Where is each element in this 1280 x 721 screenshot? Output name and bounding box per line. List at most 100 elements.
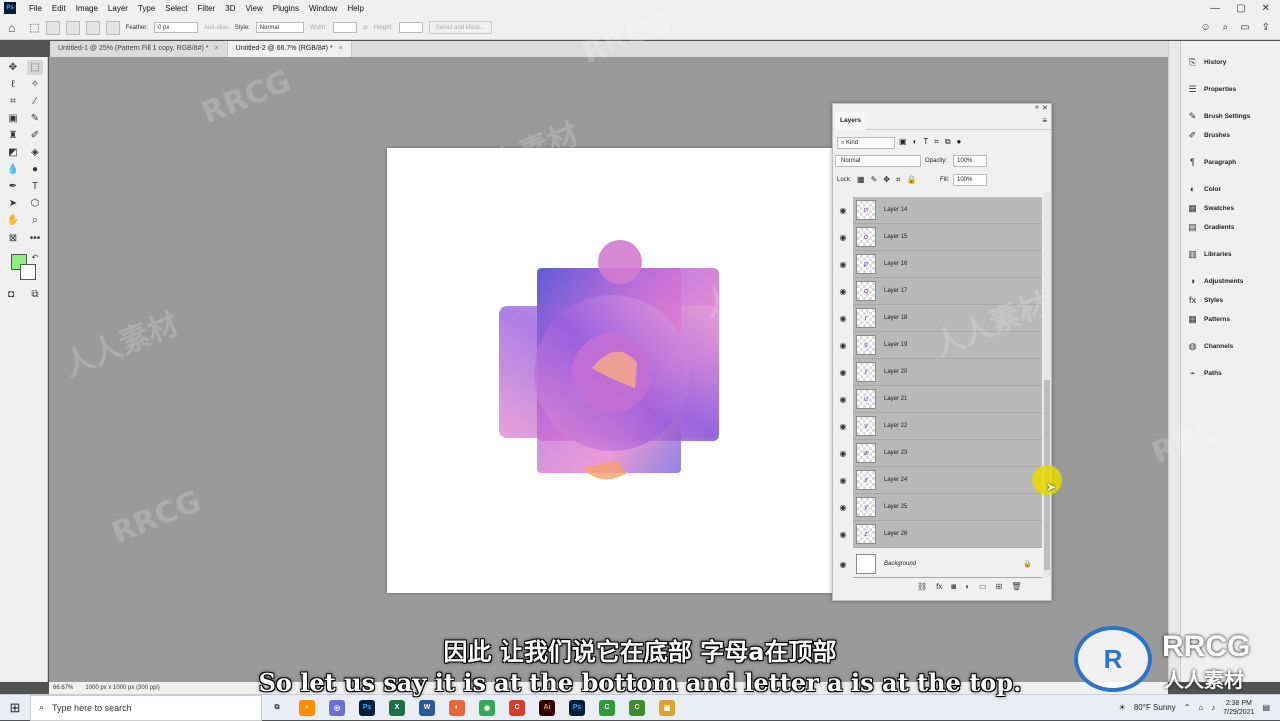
- menu-plugins[interactable]: Plugins: [268, 4, 304, 13]
- adjustment-filter-icon[interactable]: ◐: [913, 137, 918, 147]
- menu-image[interactable]: Image: [71, 4, 103, 13]
- panel-properties[interactable]: ☰ Properties: [1187, 84, 1236, 95]
- lock-image-icon[interactable]: ✎: [871, 175, 878, 185]
- photoshop-taskbar-icon[interactable]: Ps: [569, 699, 585, 716]
- add-selection-button[interactable]: [65, 20, 80, 35]
- path-selection-tool-icon[interactable]: ➤: [5, 196, 21, 211]
- quick-mask-icon[interactable]: ◘: [3, 287, 19, 302]
- layer-name[interactable]: Layer 18: [884, 315, 907, 321]
- blend-mode-select[interactable]: Normal: [835, 155, 921, 167]
- visibility-eye-icon[interactable]: ◉: [833, 530, 853, 539]
- visibility-eye-icon[interactable]: ◉: [833, 314, 853, 323]
- adjustment-layer-icon[interactable]: ◐: [965, 582, 970, 591]
- panel-gradients[interactable]: ▤ Gradients: [1187, 222, 1234, 233]
- panel-adjustments[interactable]: ◑ Adjustments: [1187, 276, 1244, 286]
- minimize-icon[interactable]: —: [1210, 3, 1220, 14]
- marquee-tool-preset-icon[interactable]: ⬚: [29, 21, 39, 34]
- new-group-icon[interactable]: ▭: [979, 582, 987, 591]
- volume-icon[interactable]: ♪: [1211, 703, 1215, 712]
- delete-layer-icon[interactable]: 🗑: [1011, 582, 1021, 591]
- visibility-eye-icon[interactable]: ◉: [833, 503, 853, 512]
- account-icon[interactable]: ☺: [1200, 22, 1210, 33]
- layer-row[interactable]: ◉ y Layer 25: [833, 494, 1042, 521]
- layer-row[interactable]: ◉ s Layer 19: [833, 332, 1042, 359]
- menu-help[interactable]: Help: [342, 4, 368, 13]
- layers-scrollbar[interactable]: [1043, 192, 1051, 577]
- workspace-icon[interactable]: ▭: [1240, 22, 1249, 33]
- layer-row[interactable]: ◉ u Layer 21: [833, 386, 1042, 413]
- layer-name[interactable]: Layer 21: [884, 396, 907, 402]
- menu-layer[interactable]: Layer: [103, 4, 133, 13]
- width-input[interactable]: [332, 22, 357, 33]
- panel-history[interactable]: ⎘ History: [1187, 57, 1227, 68]
- intersect-selection-button[interactable]: [105, 20, 120, 35]
- subtract-selection-button[interactable]: [85, 20, 100, 35]
- panel-color[interactable]: ◐ Color: [1187, 184, 1221, 194]
- panel-brush-settings[interactable]: ✎ Brush Settings: [1187, 111, 1251, 122]
- notifications-icon[interactable]: ▤: [1262, 703, 1270, 712]
- layer-name[interactable]: Layer 26: [884, 531, 907, 537]
- tab-close-icon[interactable]: ×: [339, 45, 343, 52]
- fill-input[interactable]: 100%: [953, 174, 987, 186]
- network-icon[interactable]: ⌂: [1198, 703, 1203, 712]
- layer-row[interactable]: ◉ v Layer 22: [833, 413, 1042, 440]
- visibility-eye-icon[interactable]: ◉: [833, 395, 853, 404]
- menu-3d[interactable]: 3D: [220, 4, 240, 13]
- panel-paths[interactable]: ⌁ Paths: [1187, 368, 1222, 379]
- type-tool-icon[interactable]: T: [27, 179, 43, 194]
- illustrator-icon[interactable]: Ai: [539, 699, 555, 716]
- edit-toolbar-icon[interactable]: ⊠: [5, 231, 21, 246]
- layer-name[interactable]: Layer 23: [884, 450, 907, 456]
- photoshop-taskbar-icon[interactable]: Ps: [359, 699, 375, 716]
- windows-start-icon[interactable]: ⊞: [0, 700, 30, 716]
- layer-row[interactable]: ◉ x Layer 24: [833, 467, 1042, 494]
- stamp-tool-icon[interactable]: ♜: [5, 128, 21, 143]
- layer-name[interactable]: Layer 19: [884, 342, 907, 348]
- background-color-swatch[interactable]: [20, 264, 36, 280]
- excel-icon[interactable]: X: [389, 699, 405, 716]
- tab-untitled-1[interactable]: Untitled-1 @ 25% (Pattern Fill 1 copy, R…: [50, 41, 228, 57]
- lock-position-icon[interactable]: ✥: [883, 175, 890, 185]
- panel-menu-icon[interactable]: ≡: [1042, 116, 1047, 125]
- brush-tool-icon[interactable]: ✎: [27, 111, 43, 126]
- lock-all-icon[interactable]: 🔒: [906, 175, 916, 185]
- pixel-filter-icon[interactable]: ▣: [899, 137, 907, 147]
- visibility-eye-icon[interactable]: ◉: [833, 287, 853, 296]
- panel-libraries[interactable]: ▥ Libraries: [1187, 249, 1231, 260]
- layer-name[interactable]: Layer 25: [884, 504, 907, 510]
- layer-name[interactable]: Layer 24: [884, 477, 907, 483]
- document-canvas[interactable]: [387, 148, 833, 593]
- link-layers-icon[interactable]: ⛓: [917, 582, 927, 591]
- app-icon[interactable]: ◐: [449, 699, 465, 716]
- visibility-eye-icon[interactable]: ◉: [833, 560, 853, 569]
- panel-styles[interactable]: fx Styles: [1187, 295, 1223, 305]
- new-selection-button[interactable]: [45, 20, 60, 35]
- new-layer-icon[interactable]: ⊞: [996, 582, 1003, 591]
- visibility-eye-icon[interactable]: ◉: [833, 206, 853, 215]
- menu-select[interactable]: Select: [160, 4, 192, 13]
- eraser-tool-icon[interactable]: ◩: [5, 145, 21, 160]
- style-select[interactable]: Normal: [255, 22, 304, 33]
- eyedropper-tool-icon[interactable]: ⁄: [27, 94, 43, 109]
- lasso-tool-icon[interactable]: ℓ: [5, 77, 21, 92]
- share-icon[interactable]: ⇪: [1262, 22, 1270, 33]
- task-view-icon[interactable]: ⧉: [269, 700, 285, 716]
- layer-name[interactable]: Layer 17: [884, 288, 907, 294]
- layer-row[interactable]: ◉ r Layer 18: [833, 305, 1042, 332]
- tray-overflow-icon[interactable]: ⌃: [1184, 703, 1191, 712]
- layer-style-icon[interactable]: fx: [936, 582, 942, 591]
- layer-row[interactable]: ◉ w Layer 23: [833, 440, 1042, 467]
- move-tool-icon[interactable]: ✥: [5, 60, 21, 75]
- paint-bucket-tool-icon[interactable]: ◈: [27, 145, 43, 160]
- layer-name[interactable]: Layer 20: [884, 369, 907, 375]
- menu-window[interactable]: Window: [304, 4, 342, 13]
- smart-object-filter-icon[interactable]: ⧉: [945, 137, 951, 147]
- visibility-eye-icon[interactable]: ◉: [833, 233, 853, 242]
- layer-row[interactable]: ◉ p Layer 16: [833, 251, 1042, 278]
- lock-transparent-icon[interactable]: ▦: [857, 175, 865, 185]
- layer-row[interactable]: ◉ n Layer 14: [833, 197, 1042, 224]
- panel-patterns[interactable]: ▦ Patterns: [1187, 314, 1230, 325]
- app-icon[interactable]: C: [629, 699, 645, 716]
- swap-icon[interactable]: ⇄: [363, 24, 368, 31]
- panel-brushes[interactable]: ✐ Brushes: [1187, 130, 1230, 141]
